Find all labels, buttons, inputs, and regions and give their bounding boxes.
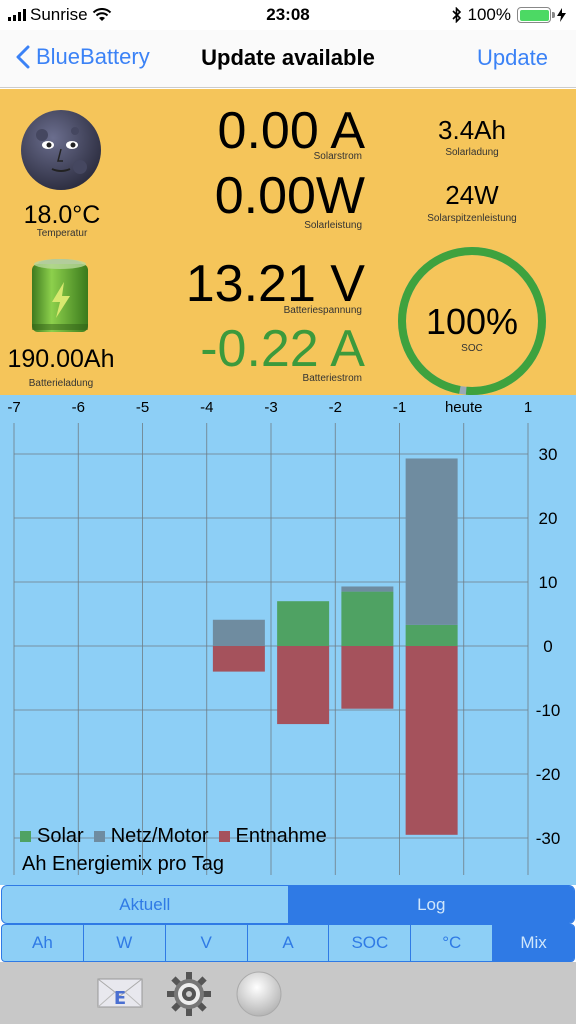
status-bar: Sunrise 23:08 100% (0, 0, 576, 30)
mail-icon[interactable]: E (97, 976, 143, 1010)
soc-label: SOC (461, 343, 483, 354)
svg-text:E: E (114, 988, 126, 1009)
battery-percent: 100% (467, 5, 511, 24)
navigation-bar: BlueBattery Update available Update (0, 30, 576, 88)
solar-current-label: Solarstrom (313, 151, 362, 162)
charging-bolt-icon (557, 8, 566, 22)
unit-tab-soc[interactable]: SOC (329, 925, 412, 961)
battery-current-label: Batteriestrom (302, 373, 362, 384)
bar-entnahme (405, 646, 458, 835)
legend-draw: Entnahme (235, 825, 327, 847)
legend-grid: Netz/Motor (110, 825, 209, 847)
bar-solar (277, 601, 330, 646)
energy-mix-chart: -7 -6 -5 -4 -3 -2 -1 heute 1 30 20 10 0 -10 -20 -30 Sol… (0, 395, 576, 885)
night-moon-icon (21, 110, 101, 190)
bluetooth-icon (451, 7, 461, 23)
temperature-value: 18.0°C (23, 201, 101, 229)
battery-current-value: -0.22 A (200, 320, 365, 378)
unit-segmented-control: Ah W V A SOC °C Mix (1, 924, 575, 962)
legend-swatch-grid (93, 831, 105, 842)
unit-tab-mix[interactable]: Mix (493, 925, 574, 961)
x-tick-label: heute (445, 399, 483, 416)
y-tick-label: 30 (539, 445, 558, 464)
record-button-icon[interactable] (235, 970, 283, 1018)
y-tick-label: 20 (539, 509, 558, 528)
chart-legend: Solar Netz/Motor Entnahme (20, 825, 327, 848)
y-tick-label: -30 (536, 829, 561, 848)
legend-swatch-draw (218, 831, 230, 842)
x-tick-label: -1 (393, 399, 406, 416)
unit-tab-w[interactable]: W (84, 925, 166, 961)
tab-log[interactable]: Log (288, 886, 574, 923)
unit-tab-v[interactable]: V (166, 925, 248, 961)
y-tick-label: -20 (536, 765, 561, 784)
x-tick-label: -7 (7, 399, 20, 416)
bar-netz-motor (341, 586, 394, 592)
x-tick-label: 1 (524, 399, 532, 416)
bar-solar (405, 624, 458, 646)
solar-peak-label: Solarspitzenleistung (427, 213, 517, 224)
battery-charge-label: Batterieladung (28, 378, 94, 389)
update-button[interactable]: Update (477, 45, 548, 71)
solar-power-value: 0.00W (214, 167, 365, 225)
bar-solar (341, 591, 394, 646)
metrics-panel: 18.0°C Temperatur 190.00Ah Batterieladun… (0, 89, 576, 395)
chart-svg: -7 -6 -5 -4 -3 -2 -1 heute 1 30 20 10 0 -10 -20 -30 (7, 399, 561, 875)
legend-solar: Solar (37, 825, 84, 847)
mode-segmented-control: Aktuell Log (1, 885, 575, 924)
bar-netz-motor (212, 619, 265, 646)
solar-charge-label: Solarladung (445, 147, 499, 158)
tab-aktuell[interactable]: Aktuell (2, 886, 289, 923)
solar-charge-value: 3.4Ah (438, 115, 506, 145)
battery-voltage-label: Batteriespannung (283, 305, 362, 316)
unit-tab-a[interactable]: A (248, 925, 330, 961)
x-tick-label: -4 (200, 399, 213, 416)
unit-tab-celsius[interactable]: °C (411, 925, 494, 961)
x-tick-label: -3 (264, 399, 277, 416)
bar-netz-motor (405, 458, 458, 625)
x-tick-label: -2 (329, 399, 342, 416)
bottom-toolbar: E (0, 962, 576, 1024)
settings-gear-icon[interactable] (166, 971, 212, 1017)
soc-value: 100% (425, 301, 519, 342)
status-right: 100% (451, 5, 566, 25)
y-tick-label: 10 (539, 573, 558, 592)
battery-charge-value: 190.00Ah (7, 345, 115, 373)
solar-power-label: Solarleistung (304, 220, 362, 231)
y-tick-label: -10 (536, 701, 561, 720)
x-tick-label: -5 (136, 399, 149, 416)
bar-entnahme (341, 646, 394, 709)
bar-entnahme (212, 646, 265, 672)
battery-charge-icon (32, 259, 88, 332)
solar-peak-value: 24W (445, 180, 499, 210)
unit-tab-ah[interactable]: Ah (2, 925, 84, 961)
x-tick-label: -6 (72, 399, 85, 416)
y-tick-label: 0 (543, 637, 552, 656)
legend-swatch-solar (20, 831, 31, 842)
temperature-label: Temperatur (36, 228, 88, 239)
bar-entnahme (277, 646, 330, 725)
battery-icon (517, 7, 555, 23)
chart-caption: Ah Energiemix pro Tag (22, 853, 224, 875)
